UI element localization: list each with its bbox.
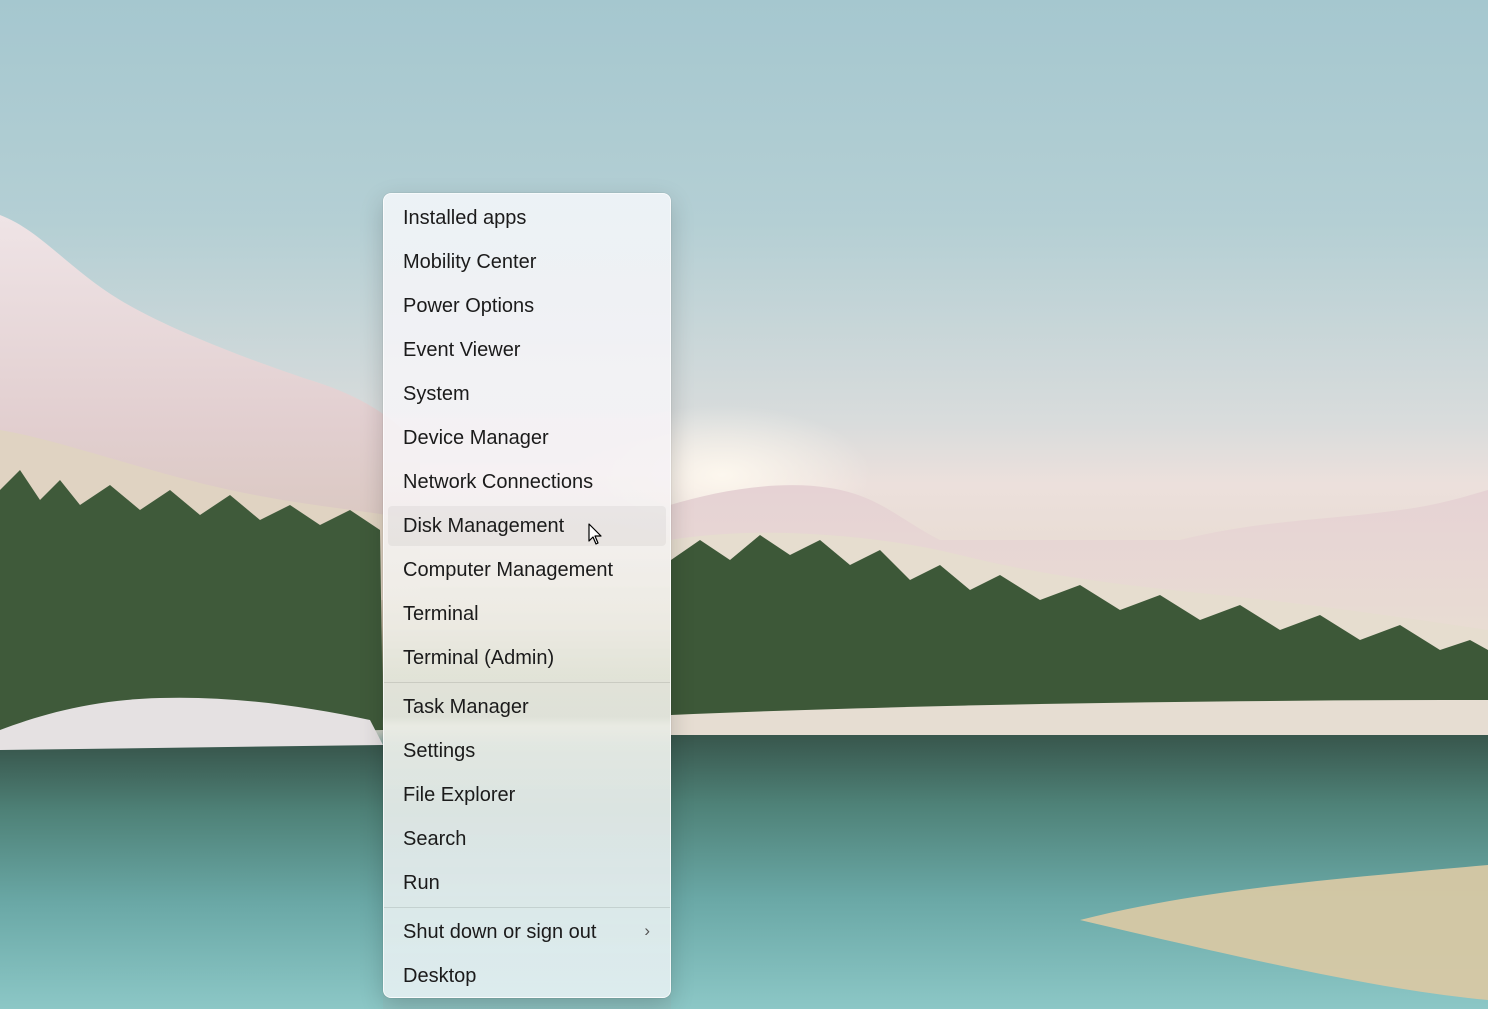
menu-item-desktop[interactable]: Desktop xyxy=(388,956,666,996)
menu-item-task-manager[interactable]: Task Manager xyxy=(388,687,666,727)
desktop-wallpaper: Installed apps Mobility Center Power Optio… xyxy=(0,0,1488,1009)
menu-item-label: Terminal xyxy=(403,602,479,625)
menu-item-search[interactable]: Search xyxy=(388,819,666,859)
menu-item-label: Network Connections xyxy=(403,470,594,493)
menu-item-run[interactable]: Run xyxy=(388,863,666,903)
menu-item-label: Settings xyxy=(403,739,476,762)
menu-item-label: Installed apps xyxy=(403,206,527,229)
menu-item-label: System xyxy=(403,382,470,405)
menu-item-power-options[interactable]: Power Options xyxy=(388,286,666,326)
menu-item-label: Shut down or sign out xyxy=(403,920,597,943)
menu-separator xyxy=(384,907,670,908)
menu-item-label: Task Manager xyxy=(403,695,529,718)
menu-item-label: Computer Management xyxy=(403,558,614,581)
menu-item-device-manager[interactable]: Device Manager xyxy=(388,418,666,458)
menu-item-network-connections[interactable]: Network Connections xyxy=(388,462,666,502)
menu-item-computer-management[interactable]: Computer Management xyxy=(388,550,666,590)
menu-separator xyxy=(384,682,670,683)
menu-item-terminal-admin[interactable]: Terminal (Admin) xyxy=(388,638,666,678)
menu-item-shut-down-or-sign-out[interactable]: Shut down or sign out › xyxy=(388,912,666,952)
menu-item-label: Terminal (Admin) xyxy=(403,646,555,669)
mouse-cursor-icon xyxy=(588,523,602,545)
menu-item-file-explorer[interactable]: File Explorer xyxy=(388,775,666,815)
menu-item-terminal[interactable]: Terminal xyxy=(388,594,666,634)
menu-item-event-viewer[interactable]: Event Viewer xyxy=(388,330,666,370)
menu-item-label: Power Options xyxy=(403,294,535,317)
wallpaper-landscape xyxy=(0,215,1488,1009)
menu-item-label: Search xyxy=(403,827,467,850)
menu-item-disk-management[interactable]: Disk Management xyxy=(388,506,666,546)
menu-item-label: Event Viewer xyxy=(403,338,521,361)
menu-item-mobility-center[interactable]: Mobility Center xyxy=(388,242,666,282)
menu-item-label: Run xyxy=(403,871,440,894)
menu-item-label: Device Manager xyxy=(403,426,549,449)
chevron-right-icon: › xyxy=(644,921,650,940)
menu-item-settings[interactable]: Settings xyxy=(388,731,666,771)
menu-item-label: File Explorer xyxy=(403,783,516,806)
menu-item-label: Mobility Center xyxy=(403,250,537,273)
menu-item-label: Desktop xyxy=(403,964,477,987)
menu-item-label: Disk Management xyxy=(403,514,565,537)
menu-item-installed-apps[interactable]: Installed apps xyxy=(388,198,666,238)
quick-link-menu: Installed apps Mobility Center Power Optio… xyxy=(383,193,671,998)
menu-item-system[interactable]: System xyxy=(388,374,666,414)
